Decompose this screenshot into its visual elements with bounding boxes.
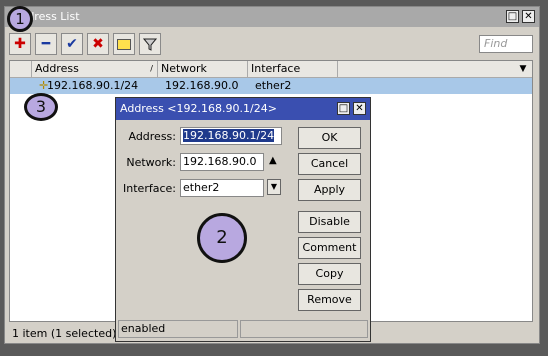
find-input[interactable]: Find [479,35,533,53]
window-title-bar[interactable]: Address List □ ✕ [5,7,539,27]
copy-button[interactable]: Copy [298,263,361,285]
cell-address: 192.168.90.1/24 [47,79,139,92]
address-field[interactable]: 192.168.90.1/24 [180,127,282,145]
interface-select[interactable]: ether2 [180,179,264,197]
address-label: Address: [128,130,176,143]
filter-icon [143,38,157,51]
column-label: Network [161,62,207,75]
annotation-marker-3: 3 [24,93,58,121]
sort-icon: / [150,64,153,73]
add-button[interactable]: ✚ [9,33,31,55]
dialog-maximize-icon[interactable]: □ [337,102,350,115]
disable-button[interactable]: ✖ [87,33,109,55]
remove-button[interactable]: Remove [298,289,361,311]
maximize-icon[interactable]: □ [506,10,519,23]
cancel-button[interactable]: Cancel [298,153,361,175]
dialog-close-icon[interactable]: ✕ [353,102,366,115]
header-spacer [10,61,32,77]
address-dialog: Address <192.168.90.1/24> □ ✕ Address: 1… [115,97,371,342]
cell-interface: ether2 [255,79,292,92]
note-icon [117,38,131,50]
status-text: 1 item (1 selected) [12,327,117,340]
comment-button[interactable]: Comment [298,237,361,259]
column-header-network[interactable]: Network [158,61,248,77]
ok-button[interactable]: OK [298,127,361,149]
remove-button[interactable]: ━ [35,33,57,55]
address-value: 192.168.90.1/24 [183,129,275,142]
close-icon[interactable]: ✕ [522,10,535,23]
table-header: Address / Network Interface ▼ [10,61,532,78]
table-row[interactable]: ✛ 192.168.90.1/24 192.168.90.0 ether2 [10,78,532,94]
column-chooser-icon[interactable]: ▼ [516,62,530,76]
dropdown-icon[interactable]: ▼ [267,179,281,195]
column-header-address[interactable]: Address / [32,61,158,77]
column-label: Address [35,62,79,75]
dialog-title-bar[interactable]: Address <192.168.90.1/24> □ ✕ [116,98,370,120]
enable-button[interactable]: ✔ [61,33,83,55]
dialog-status-extra [240,320,368,338]
annotation-marker-2: 2 [197,213,247,263]
apply-button[interactable]: Apply [298,179,361,201]
comment-button[interactable] [113,33,135,55]
network-label: Network: [126,156,176,169]
annotation-marker-1: 1 [7,6,33,32]
interface-label: Interface: [123,182,176,195]
disable-button[interactable]: Disable [298,211,361,233]
dialog-title: Address <192.168.90.1/24> [120,102,277,115]
network-field[interactable]: 192.168.90.0 [180,153,264,171]
collapse-arrow-icon[interactable]: ▲ [269,155,277,166]
column-label: Interface [251,62,301,75]
cell-network: 192.168.90.0 [165,79,239,92]
toolbar: ✚ ━ ✔ ✖ [9,33,161,57]
filter-button[interactable] [139,33,161,55]
dialog-status: enabled [118,320,238,338]
column-header-interface[interactable]: Interface [248,61,338,77]
